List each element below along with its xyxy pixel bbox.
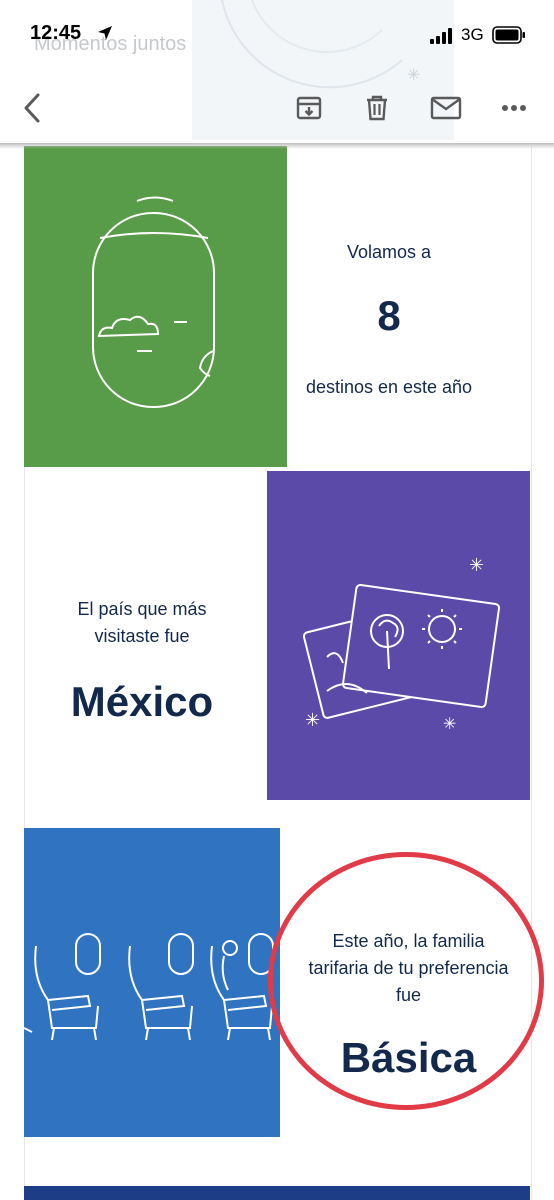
archive-button[interactable] <box>289 88 329 128</box>
red-highlight-circle <box>268 852 544 1110</box>
trash-icon <box>367 95 387 121</box>
svg-text:✳: ✳ <box>469 555 484 576</box>
delete-button[interactable] <box>357 88 397 128</box>
back-arrow-icon <box>24 93 40 123</box>
country-intro-line2: visitaste fue <box>94 626 190 646</box>
destinations-intro: Volamos a <box>346 242 432 262</box>
airplane-seats-tile <box>24 828 280 1137</box>
mark-unread-button[interactable] <box>426 88 466 128</box>
postcards-tile: ✳ ✳ ✳ <box>267 471 530 800</box>
mail-icon <box>430 96 462 120</box>
signal-bars-icon <box>430 28 452 44</box>
status-time: 12:45 <box>30 22 82 44</box>
battery-icon <box>492 26 525 44</box>
next-section-band <box>24 1186 530 1200</box>
airplane-window-tile <box>24 146 287 467</box>
archive-icon <box>296 96 322 120</box>
country-intro-line1: El país que más <box>77 599 207 619</box>
back-button[interactable] <box>12 88 52 128</box>
destinations-outro: destinos en este año <box>305 377 473 397</box>
more-icon <box>502 105 526 111</box>
network-type-label: 3G <box>461 25 484 44</box>
postcards-illustration: ✳ ✳ ✳ <box>302 555 501 733</box>
airplane-window-illustration <box>92 196 215 408</box>
more-options-button[interactable] <box>494 88 534 128</box>
svg-text:✳: ✳ <box>305 710 320 731</box>
airplane-seats-illustration <box>24 933 274 1041</box>
destinations-count: 8 <box>377 292 401 339</box>
email-toolbar <box>0 70 554 146</box>
location-arrow-icon <box>98 26 112 40</box>
country-name: México <box>70 678 214 725</box>
svg-text:✳: ✳ <box>443 714 456 733</box>
toolbar-divider <box>0 143 554 149</box>
